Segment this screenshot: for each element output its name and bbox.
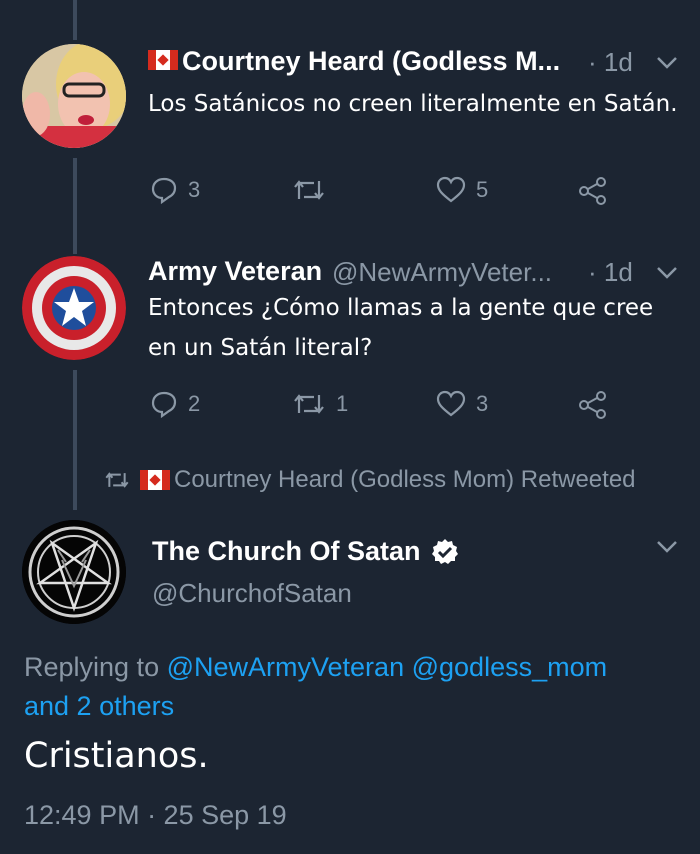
tweet2-like-count: 3 [476, 391, 489, 416]
tweet2-text-line2: en un Satán literal? [148, 335, 373, 361]
verified-icon [431, 538, 458, 564]
retweet-icon [294, 180, 324, 200]
replying-to: Replying to @NewArmyVeteran @godless_mom… [24, 648, 684, 726]
retweet-notice-text: Courtney Heard (Godless Mom) Retweeted [174, 466, 636, 493]
tweet2-retweet-count: 1 [336, 391, 349, 416]
reply-icon [151, 391, 177, 418]
tweet1-like[interactable]: 5 [436, 176, 488, 204]
mention-godless-mom[interactable]: @godless_mom [412, 652, 608, 682]
chevron-down-icon[interactable] [656, 540, 678, 554]
thread-line-top [73, 0, 77, 40]
canada-flag-icon [140, 470, 170, 490]
retweet-notice[interactable]: Courtney Heard (Godless Mom) Retweeted [104, 466, 636, 494]
main-tweet-handle[interactable]: @ChurchofSatan [152, 578, 352, 609]
like-icon [436, 390, 466, 417]
retweet-icon [294, 394, 324, 414]
tweet1-text: Los Satánicos no creen literalmente en S… [148, 91, 678, 117]
tweet2-handle[interactable]: @NewArmyVeter... [332, 257, 552, 288]
main-tweet-text: Cristianos. [24, 736, 209, 776]
tweet2-like[interactable]: 3 [436, 390, 488, 418]
avatar-courtney[interactable] [22, 44, 126, 148]
tweet2-reply[interactable]: 2 [150, 390, 200, 418]
chevron-down-icon[interactable] [656, 56, 678, 70]
tweet2-reply-count: 2 [188, 391, 201, 416]
like-icon [436, 176, 466, 203]
retweet-icon [105, 472, 129, 488]
tweet2-retweet[interactable]: 1 [292, 390, 348, 418]
mention-newarmyveteran[interactable]: @NewArmyVeteran [167, 652, 405, 682]
thread-line-1 [73, 158, 77, 254]
reply-icon [151, 177, 177, 204]
tweet1-share[interactable] [578, 176, 608, 206]
tweet2-share[interactable] [578, 390, 608, 420]
tweet1-author-name: Courtney Heard (Godless M... [182, 46, 561, 76]
main-tweet-author-row[interactable]: The Church Of Satan [152, 536, 459, 567]
tweet1-retweet[interactable] [292, 176, 326, 204]
tweet2-author[interactable]: Army Veteran [148, 256, 322, 287]
avatar-church-of-satan[interactable] [22, 520, 126, 624]
share-icon [579, 391, 606, 419]
thread-line-2 [73, 370, 77, 510]
tweet2-text: Entonces ¿Cómo llamas a la gente que cre… [148, 288, 688, 368]
tweet1-reply[interactable]: 3 [150, 176, 200, 204]
mention-others[interactable]: and 2 others [24, 691, 174, 721]
main-tweet-author: The Church Of Satan [152, 536, 421, 566]
tweet2-text-line1: Entonces ¿Cómo llamas a la gente que cre… [148, 295, 654, 321]
tweet1-header: Courtney Heard (Godless M... · 1d [148, 46, 688, 82]
tweet2-time: · 1d [588, 257, 633, 287]
replying-to-prefix: Replying to [24, 652, 167, 682]
canada-flag-icon [148, 49, 178, 70]
tweet1-reply-count: 3 [188, 177, 201, 202]
tweet1-like-count: 5 [476, 177, 489, 202]
share-icon [579, 177, 606, 205]
tweet1-author[interactable]: Courtney Heard (Godless M... [148, 46, 560, 77]
avatar-army-veteran[interactable] [22, 256, 126, 360]
tweet2-header: Army Veteran @NewArmyVeter... · 1d [148, 256, 688, 292]
main-tweet-timestamp[interactable]: 12:49 PM · 25 Sep 19 [24, 800, 287, 831]
chevron-down-icon[interactable] [656, 266, 678, 280]
tweet1-time: · 1d [588, 47, 633, 77]
